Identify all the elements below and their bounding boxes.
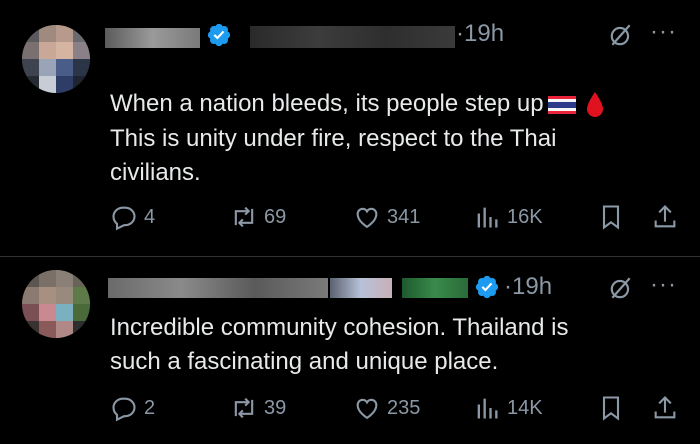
display-name-redacted[interactable] [105,28,200,48]
reply-icon [112,397,136,422]
avatar-pixel [39,59,56,76]
like-count: 235 [387,396,421,419]
tweet-text-body: This is unity under fire, respect to the… [110,125,557,186]
grok-icon[interactable] [608,22,634,48]
tweet-text-line: When a nation bleeds, its people step up [110,90,544,117]
thailand-flag-icon [547,95,576,114]
avatar-pixel [73,25,90,42]
tweet-text: Incredible community cohesion. Thailand … [110,314,569,375]
share-button[interactable] [651,394,685,422]
avatar-pixel [39,76,56,93]
repost-count: 69 [264,205,287,228]
avatar-pixel [22,287,39,304]
verified-badge-icon [475,275,499,299]
views-count: 14K [507,396,543,419]
repost-button[interactable]: 69 [230,203,286,231]
blood-drop-icon [586,91,603,117]
display-name-redacted[interactable] [402,278,468,298]
avatar-pixel [39,304,56,321]
avatar-pixel [73,270,90,287]
avatar-pixel [56,25,73,42]
tweet[interactable]: ·19h ··· When a nation bleeds, its peopl… [0,0,700,258]
avatar-pixel [22,321,39,338]
avatar-pixel [39,321,56,338]
avatar-pixel [22,304,39,321]
like-button[interactable]: 235 [353,394,420,422]
verified-badge-icon [207,23,231,47]
avatar-pixel [22,76,39,93]
avatar-pixel [56,287,73,304]
avatar-pixel [73,42,90,59]
bookmark-icon [602,396,620,421]
avatar-pixel [56,42,73,59]
display-name-redacted[interactable] [330,278,392,298]
like-icon [356,207,378,229]
avatar-pixel [73,321,90,338]
like-icon [356,398,378,420]
repost-count: 39 [264,396,287,419]
reply-button[interactable]: 4 [110,203,155,231]
tweet-text: When a nation bleeds, its people step up [110,53,680,121]
views-icon [477,398,498,419]
avatar-pixel [39,270,56,287]
avatar-pixel [39,42,56,59]
reply-icon [112,206,136,231]
share-button[interactable] [651,203,685,231]
views-icon [477,207,498,228]
avatar-pixel [56,76,73,93]
avatar-pixel [39,287,56,304]
share-icon [654,205,676,228]
more-icon[interactable]: ··· [650,18,677,46]
like-count: 341 [387,205,421,228]
avatar-pixel [56,304,73,321]
bookmark-button[interactable] [597,394,631,422]
avatar[interactable] [22,270,90,338]
bookmark-icon [602,205,620,230]
views-count: 16K [507,205,543,228]
avatar-pixel [22,25,39,42]
avatar-pixel [56,59,73,76]
tweet[interactable]: ·19h ··· Incredible community cohesion. … [0,258,700,444]
avatar-pixel [22,42,39,59]
avatar-pixel [56,321,73,338]
tweet-divider [0,256,700,257]
avatar-pixel [39,25,56,42]
avatar-pixel [73,304,90,321]
repost-icon [234,397,254,419]
grok-icon[interactable] [608,275,634,301]
timestamp[interactable]: ·19h [456,20,504,48]
handle-redacted[interactable] [250,26,455,48]
avatar-pixel [56,270,73,287]
more-icon[interactable]: ··· [650,271,677,299]
reply-count: 4 [144,205,156,228]
share-icon [654,396,676,419]
avatar-pixel [73,287,90,304]
display-name-redacted[interactable] [108,278,328,298]
avatar-pixel [73,59,90,76]
avatar-pixel [22,270,39,287]
reply-button[interactable]: 2 [110,394,155,422]
like-button[interactable]: 341 [353,203,420,231]
views-button[interactable]: 16K [473,203,543,231]
avatar-pixel [22,59,39,76]
bookmark-button[interactable] [597,203,631,231]
reply-count: 2 [144,396,156,419]
timestamp[interactable]: ·19h [504,273,552,301]
repost-icon [234,206,254,228]
repost-button[interactable]: 39 [230,394,286,422]
avatar[interactable] [22,25,90,93]
views-button[interactable]: 14K [473,394,543,422]
avatar-pixel [73,76,90,93]
